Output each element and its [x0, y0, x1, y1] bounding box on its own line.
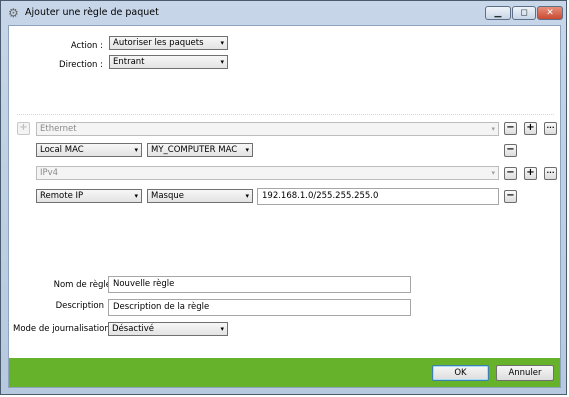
remove-ethernet-button[interactable]: −	[504, 122, 517, 135]
chevron-down-icon: ▾	[245, 146, 249, 154]
separator	[17, 114, 554, 115]
ethernet-select-value: Ethernet	[40, 124, 77, 134]
chevron-down-icon: ▾	[245, 192, 249, 200]
add-ethernet-button[interactable]: +	[524, 122, 537, 135]
action-select[interactable]: Autoriser les paquets ▾	[109, 36, 228, 50]
mac-value-select[interactable]: MY_COMPUTER MAC ▾	[147, 143, 253, 157]
mac-value: MY_COMPUTER MAC	[151, 145, 238, 155]
direction-select-value: Entrant	[113, 57, 145, 67]
window-title: Ajouter une règle de paquet	[25, 7, 159, 18]
ipv4-select[interactable]: IPv4 ▾	[36, 166, 499, 180]
mac-field-value: Local MAC	[40, 145, 84, 155]
chevron-down-icon: ▾	[220, 58, 224, 66]
ipv4-select-value: IPv4	[40, 168, 59, 178]
ip-mode-value: Masque	[151, 191, 184, 201]
chevron-down-icon: ▾	[220, 325, 224, 333]
remove-mac-button[interactable]: −	[504, 144, 517, 157]
more-ipv4-button[interactable]: ···	[544, 167, 557, 180]
chevron-down-icon: ▾	[220, 39, 224, 47]
more-ethernet-button[interactable]: ···	[544, 122, 557, 135]
title-bar: ⚙ Ajouter une règle de paquet ▁ ◻ ✕	[1, 1, 566, 25]
ip-field-select[interactable]: Remote IP ▾	[36, 189, 142, 203]
ip-value-input[interactable]: 192.168.1.0/255.255.255.0	[257, 188, 499, 205]
action-select-value: Autoriser les paquets	[113, 38, 204, 48]
rule-name-label: Nom de règle	[53, 280, 111, 290]
mac-field-select[interactable]: Local MAC ▾	[36, 143, 142, 157]
ok-button[interactable]: OK	[432, 365, 489, 381]
dialog-body: Action : Autoriser les paquets ▾ Directi…	[8, 25, 561, 388]
cancel-button[interactable]: Annuler	[496, 365, 554, 381]
chevron-down-icon: ▾	[134, 192, 138, 200]
close-button[interactable]: ✕	[537, 6, 563, 20]
maximize-button[interactable]: ◻	[512, 6, 536, 20]
direction-label: Direction :	[59, 60, 103, 70]
add-filter-button[interactable]: +	[17, 122, 30, 135]
direction-select[interactable]: Entrant ▾	[109, 55, 228, 69]
gear-icon: ⚙	[8, 6, 19, 20]
ethernet-select[interactable]: Ethernet ▾	[36, 122, 499, 136]
log-mode-select[interactable]: Désactivé ▾	[108, 322, 228, 336]
chevron-down-icon: ▾	[491, 169, 495, 177]
chevron-down-icon: ▾	[491, 125, 495, 133]
remove-ip-button[interactable]: −	[504, 190, 517, 203]
dialog-window: ⚙ Ajouter une règle de paquet ▁ ◻ ✕ Acti…	[0, 0, 567, 395]
remove-ipv4-button[interactable]: −	[504, 167, 517, 180]
rule-name-input[interactable]: Nouvelle règle	[108, 276, 411, 293]
description-input[interactable]: Description de la règle	[108, 299, 411, 316]
chevron-down-icon: ▾	[134, 146, 138, 154]
action-label: Action :	[70, 41, 103, 51]
add-ipv4-button[interactable]: +	[524, 167, 537, 180]
log-mode-value: Désactivé	[112, 324, 155, 334]
ip-field-value: Remote IP	[40, 191, 84, 201]
log-mode-label: Mode de journalisation	[13, 324, 110, 334]
ip-mode-select[interactable]: Masque ▾	[147, 189, 253, 203]
minimize-button[interactable]: ▁	[485, 6, 511, 20]
description-label: Description	[55, 301, 104, 311]
dialog-footer: OK Annuler	[9, 358, 560, 387]
